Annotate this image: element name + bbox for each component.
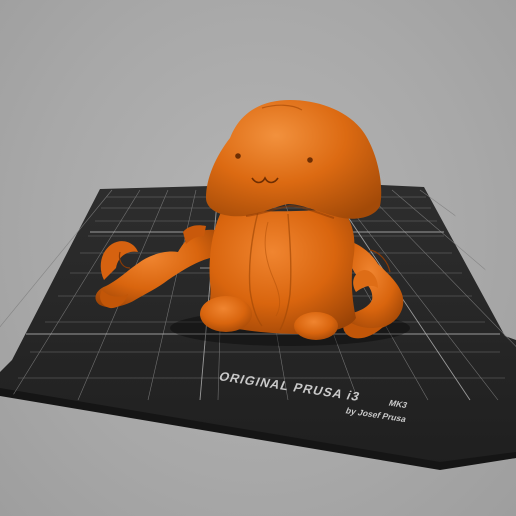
right-eye [307,157,313,163]
left-eye [235,153,241,159]
right-foot [294,312,338,340]
3d-viewport[interactable]: ORIGINAL PRUSA i3 MK3 by Josef Prusa [0,0,516,516]
scene-canvas[interactable] [0,0,516,516]
left-foot [200,296,252,332]
head [206,100,382,219]
